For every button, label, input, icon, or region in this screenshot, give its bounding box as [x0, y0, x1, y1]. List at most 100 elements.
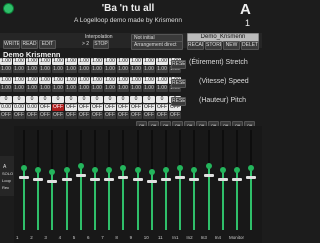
param-cell[interactable]: 1.00 [78, 58, 90, 65]
fader-handle[interactable] [118, 176, 129, 179]
interpolation-value[interactable]: > 2 [82, 41, 89, 47]
write-button[interactable]: WRITE [3, 40, 20, 49]
param-cell[interactable]: 1.00 [52, 58, 64, 65]
param-cell[interactable]: OFF [39, 104, 51, 111]
param-cell[interactable]: 1.00 [143, 85, 155, 92]
side-button-a[interactable]: A [3, 164, 6, 170]
param-cell[interactable]: 1.00 [91, 85, 103, 92]
param-cell[interactable]: 1.00 [156, 66, 168, 73]
param-cell[interactable]: 0 [39, 96, 51, 103]
param-cell[interactable]: OFF [143, 104, 155, 111]
power-icon[interactable] [3, 3, 14, 14]
param-cell[interactable]: 0 [143, 96, 155, 103]
param-cell[interactable]: OFF [65, 104, 77, 111]
stop-button[interactable]: STOP [93, 40, 109, 49]
fader-handle[interactable] [19, 176, 29, 179]
param-cell[interactable]: 0 [52, 96, 64, 103]
param-cell[interactable]: 1.00 [26, 66, 38, 73]
param-cell[interactable]: 0 [104, 96, 116, 103]
param-cell[interactable]: OFF [78, 112, 90, 119]
param-cell[interactable]: 1.00 [0, 85, 12, 92]
param-cell[interactable]: 0 [91, 96, 103, 103]
new-button[interactable]: NEW [223, 41, 240, 50]
param-cell[interactable]: OFF [91, 112, 103, 119]
param-cell[interactable]: 0 [78, 96, 90, 103]
param-cell[interactable]: OFF [26, 112, 38, 119]
reset-stretch-button[interactable]: RESET [171, 60, 186, 69]
fader-handle[interactable] [47, 180, 58, 183]
param-cell[interactable]: 1.00 [26, 77, 38, 84]
param-cell[interactable]: 1.00 [39, 85, 51, 92]
recall-button[interactable]: RECALL [187, 41, 204, 50]
param-cell[interactable]: OFF [13, 112, 25, 119]
delete-button[interactable]: DELETE [241, 41, 259, 50]
param-cell[interactable]: 1.00 [78, 66, 90, 73]
param-cell[interactable]: OFF [104, 112, 116, 119]
fader-handle[interactable] [232, 178, 242, 181]
param-cell[interactable]: 0.00 [26, 104, 38, 111]
fader-handle[interactable] [175, 176, 186, 179]
param-cell[interactable]: 1.00 [13, 77, 25, 84]
fader-handle[interactable] [203, 174, 214, 177]
param-cell[interactable]: OFF [52, 112, 64, 119]
param-cell[interactable]: 1.00 [52, 85, 64, 92]
param-cell[interactable]: OFF [0, 112, 12, 119]
fader-handle[interactable] [61, 178, 72, 181]
param-cell[interactable]: 1.00 [117, 85, 129, 92]
param-cell[interactable]: 0.00 [0, 104, 12, 111]
param-cell[interactable]: 1.00 [65, 77, 77, 84]
param-cell[interactable]: OFF [78, 104, 90, 111]
reset-pitch-button[interactable]: RESET [171, 97, 186, 106]
param-cell[interactable]: 1.00 [0, 77, 12, 84]
param-cell[interactable]: OFF [156, 112, 168, 119]
fader-handle[interactable] [75, 174, 86, 177]
store-button[interactable]: STORE [205, 41, 222, 50]
side-button-loop[interactable]: Loop [2, 178, 11, 183]
param-cell[interactable]: 1.00 [156, 58, 168, 65]
param-cell[interactable]: 1.00 [52, 66, 64, 73]
param-cell[interactable]: OFF [117, 112, 129, 119]
param-cell[interactable]: 1.00 [91, 66, 103, 73]
param-cell[interactable]: 1.00 [26, 85, 38, 92]
param-cell[interactable]: OFF [130, 104, 142, 111]
fader-handle[interactable] [189, 178, 200, 181]
param-cell[interactable]: 1.00 [143, 66, 155, 73]
side-button-rec[interactable]: Rec [2, 185, 9, 190]
param-cell[interactable]: OFF [169, 112, 181, 119]
param-cell[interactable]: 1.00 [26, 58, 38, 65]
param-cell[interactable]: OFF [65, 112, 77, 119]
param-cell[interactable]: 1.00 [78, 77, 90, 84]
fader-handle[interactable] [104, 178, 115, 181]
param-cell[interactable]: OFF [52, 104, 64, 111]
param-cell[interactable]: 0 [117, 96, 129, 103]
param-cell[interactable]: 0 [13, 96, 25, 103]
param-cell[interactable]: 1.00 [117, 58, 129, 65]
param-cell[interactable]: 0 [65, 96, 77, 103]
param-cell[interactable]: 1.00 [130, 66, 142, 73]
param-cell[interactable]: OFF [91, 104, 103, 111]
param-cell[interactable]: 1.00 [13, 85, 25, 92]
param-cell[interactable]: 1.00 [0, 66, 12, 73]
edit-button[interactable]: EDIT [39, 40, 56, 49]
param-cell[interactable]: 1.00 [52, 77, 64, 84]
param-cell[interactable]: 1.00 [117, 66, 129, 73]
param-cell[interactable]: OFF [104, 104, 116, 111]
param-cell[interactable]: 1.00 [143, 77, 155, 84]
fader-handle[interactable] [246, 176, 257, 179]
param-cell[interactable]: OFF [117, 104, 129, 111]
param-cell[interactable]: 1.00 [39, 58, 51, 65]
fader-handle[interactable] [132, 178, 143, 181]
param-cell[interactable]: 0.00 [13, 104, 25, 111]
param-cell[interactable]: 1.00 [143, 58, 155, 65]
param-cell[interactable]: 1.00 [117, 77, 129, 84]
param-cell[interactable]: 1.00 [104, 58, 116, 65]
param-cell[interactable]: 1.00 [104, 66, 116, 73]
fader-handle[interactable] [217, 178, 228, 181]
param-cell[interactable]: 1.00 [130, 58, 142, 65]
param-cell[interactable]: 1.00 [91, 77, 103, 84]
param-cell[interactable]: 0 [156, 96, 168, 103]
param-cell[interactable]: 1.00 [13, 66, 25, 73]
param-cell[interactable]: 1.00 [104, 85, 116, 92]
fader-handle[interactable] [33, 178, 44, 181]
param-cell[interactable]: 1.00 [65, 85, 77, 92]
